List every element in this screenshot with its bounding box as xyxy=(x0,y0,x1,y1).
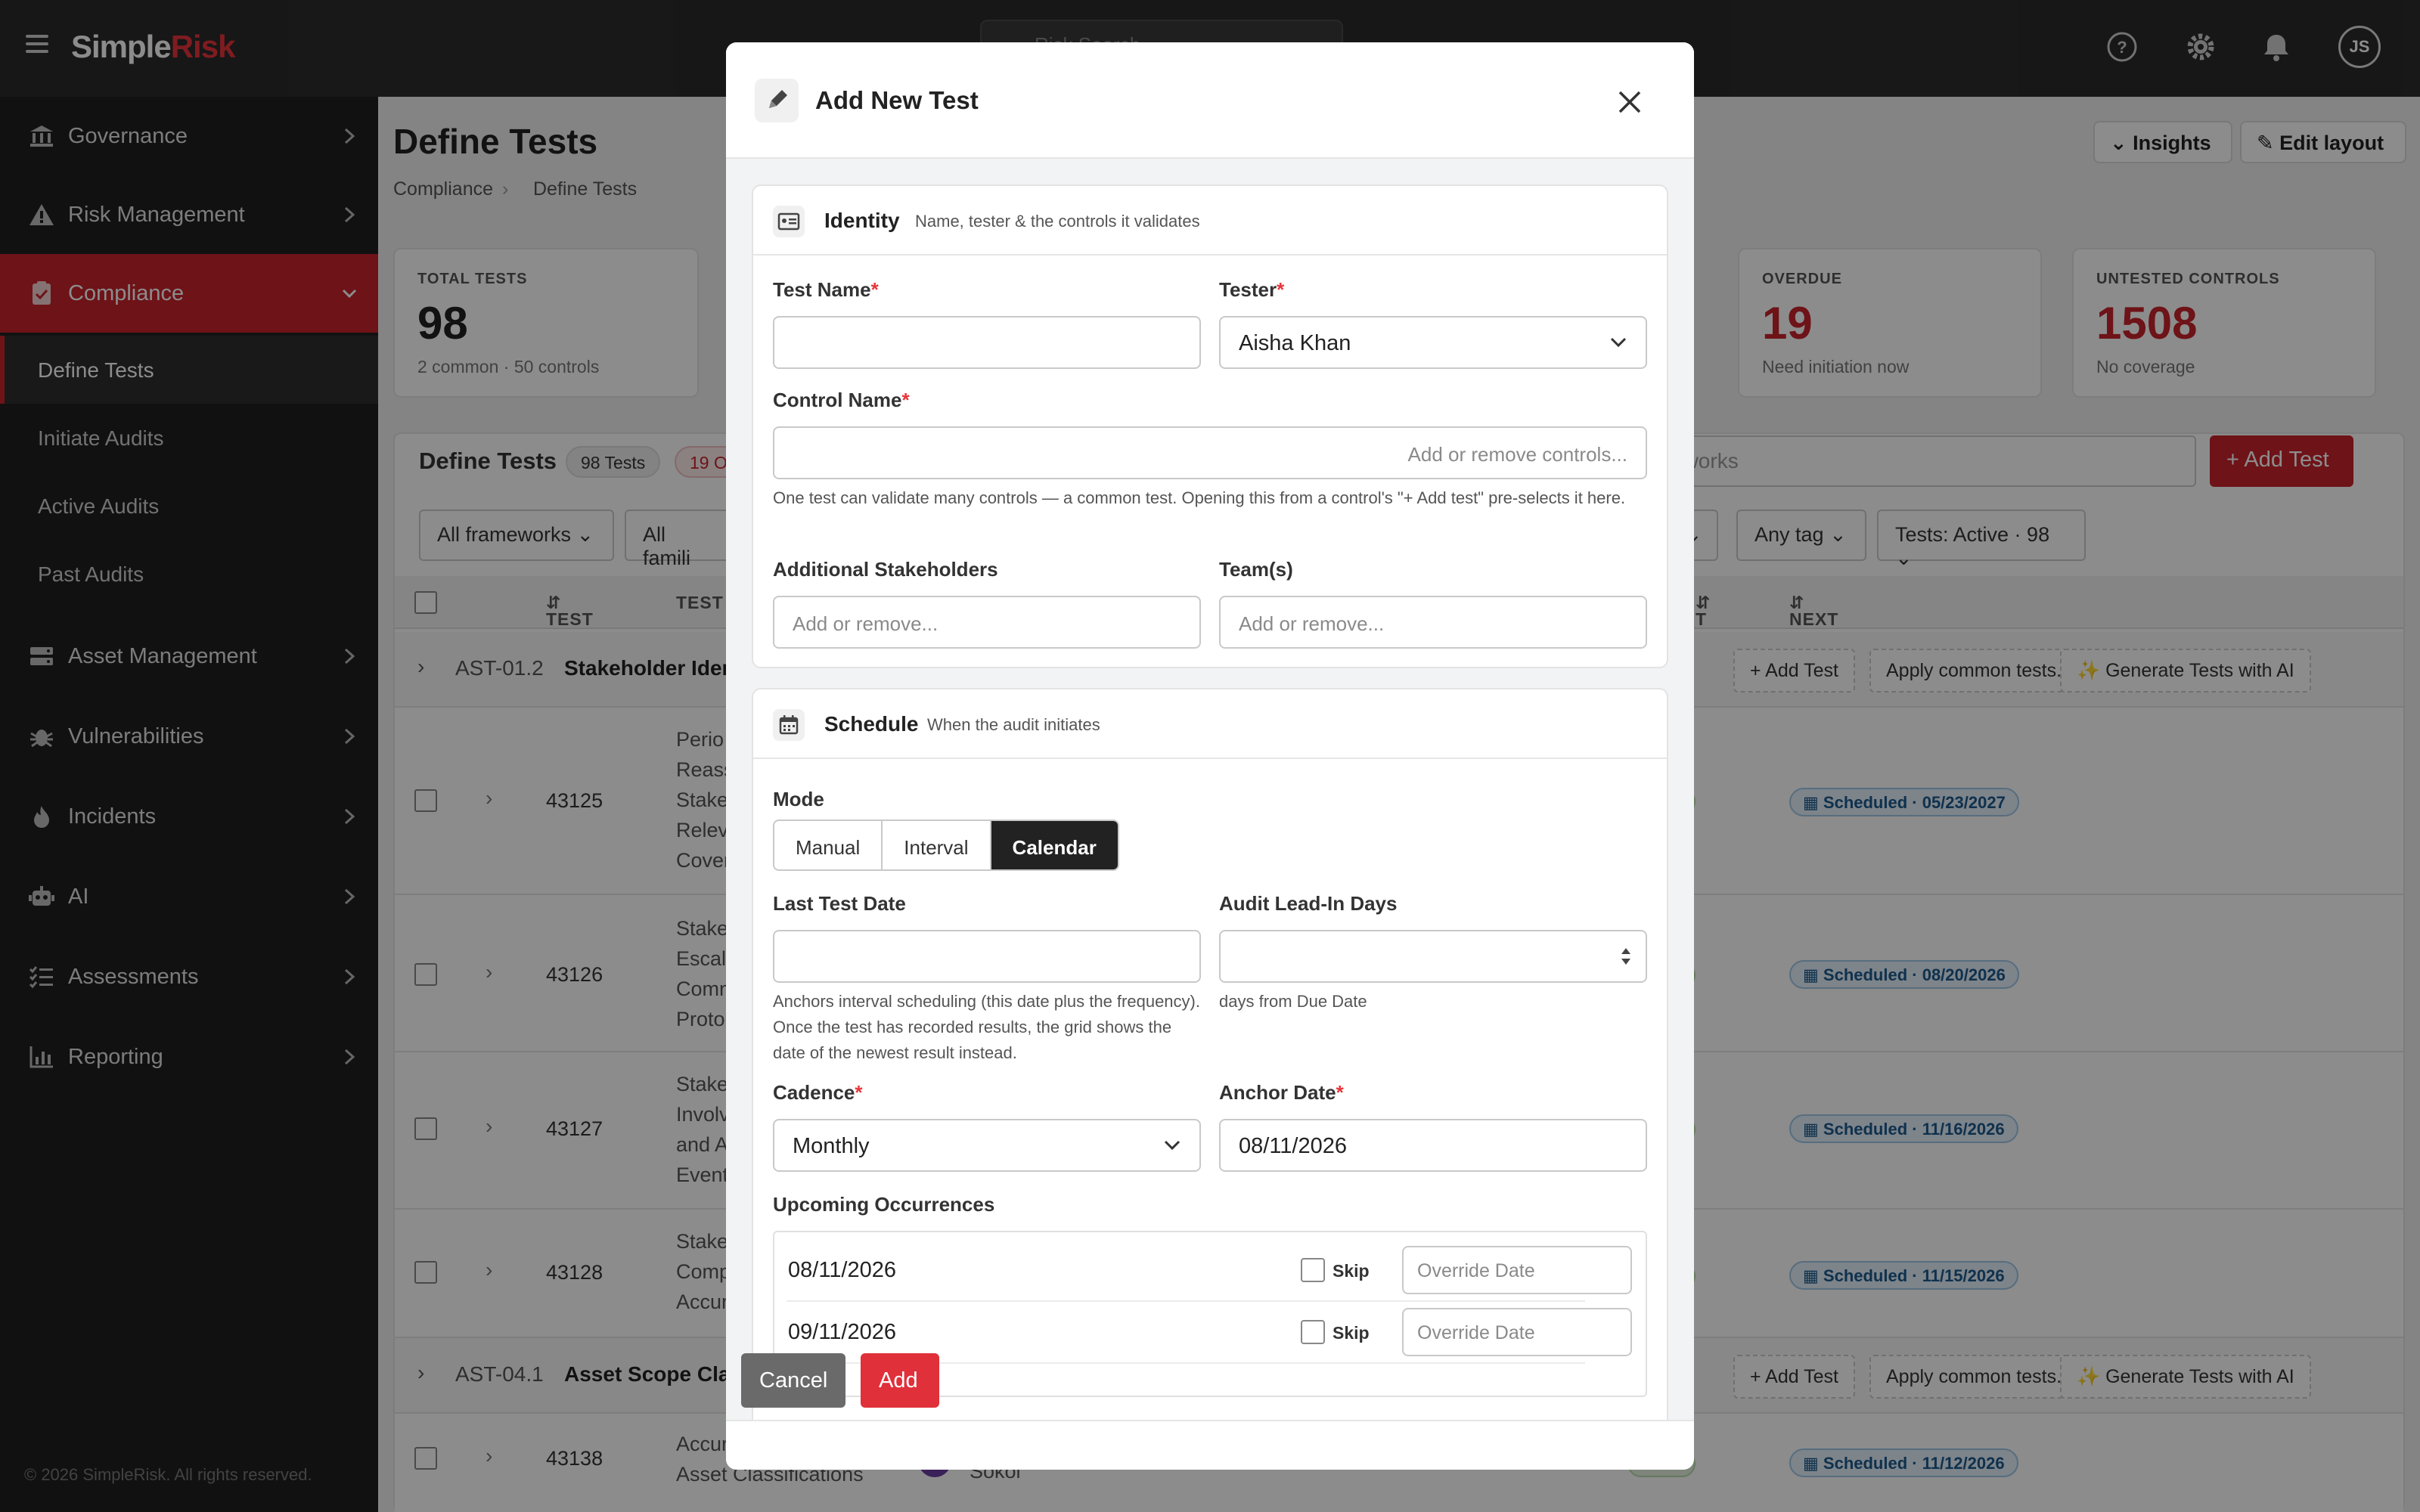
field-label: Upcoming Occurrences xyxy=(773,1193,995,1216)
close-icon[interactable] xyxy=(1614,86,1646,118)
lead-in-days-input[interactable] xyxy=(1219,930,1647,983)
stakeholders-multiselect[interactable]: Add or remove... xyxy=(773,596,1201,649)
field-label: Test Name* xyxy=(773,278,879,301)
list-item: 08/11/2026 Skip Override Date xyxy=(786,1240,1632,1302)
section-description: Name, tester & the controls it validates xyxy=(915,212,1200,231)
chevron-down-icon xyxy=(1164,1140,1181,1151)
modal-header: Add New Test xyxy=(726,42,1694,159)
modal-title: Add New Test xyxy=(815,86,979,114)
mode-interval-option[interactable]: Interval xyxy=(883,821,991,869)
field-label: Control Name* xyxy=(773,389,910,411)
section-description: When the audit initiates xyxy=(927,715,1100,734)
occurrence-date: 09/11/2026 xyxy=(788,1320,896,1344)
cancel-button[interactable]: Cancel xyxy=(741,1353,845,1408)
id-card-icon xyxy=(773,206,805,237)
field-label: Cadence* xyxy=(773,1081,863,1104)
section-header: Schedule When the audit initiates xyxy=(753,689,1667,759)
occurrence-date: 08/11/2026 xyxy=(788,1258,896,1282)
add-test-modal: Add New Test Identity Name, tester & the… xyxy=(726,42,1694,1470)
cadence-value: Monthly xyxy=(793,1134,870,1158)
section-header: Identity Name, tester & the controls it … xyxy=(753,186,1667,256)
mode-segmented-control[interactable]: Manual Interval Calendar xyxy=(773,820,1119,871)
cadence-select[interactable]: Monthly xyxy=(773,1119,1201,1172)
lead-in-help-text: days from Due Date xyxy=(1219,992,1367,1011)
override-date-input[interactable]: Override Date xyxy=(1402,1246,1632,1294)
tester-value: Aisha Khan xyxy=(1239,331,1351,355)
spinner-icon[interactable] xyxy=(1620,943,1632,969)
last-test-help-text: Anchors interval scheduling (this date p… xyxy=(773,992,1200,1062)
teams-multiselect[interactable]: Add or remove... xyxy=(1219,596,1647,649)
field-label: Mode xyxy=(773,788,824,810)
field-label: Audit Lead-In Days xyxy=(1219,892,1398,915)
calendar-icon xyxy=(773,709,805,741)
add-button[interactable]: Add xyxy=(861,1353,939,1408)
field-label: Last Test Date xyxy=(773,892,906,915)
mode-manual-option[interactable]: Manual xyxy=(774,821,883,869)
anchor-date-input[interactable]: 08/11/2026 xyxy=(1219,1119,1647,1172)
control-help-text: One test can validate many controls — a … xyxy=(773,488,1626,507)
section-title: Identity xyxy=(824,209,900,232)
mode-calendar-option[interactable]: Calendar xyxy=(991,821,1118,869)
skip-checkbox[interactable] xyxy=(1301,1320,1325,1344)
schedule-section: Schedule When the audit initiates Mode M… xyxy=(752,688,1668,1420)
control-name-multiselect[interactable]: Add or remove controls... xyxy=(773,426,1647,479)
field-label: Team(s) xyxy=(1219,558,1293,581)
skip-checkbox[interactable] xyxy=(1301,1258,1325,1282)
pencil-icon xyxy=(755,79,799,122)
modal-footer xyxy=(726,1420,1694,1470)
override-date-input[interactable]: Override Date xyxy=(1402,1308,1632,1356)
test-name-input[interactable] xyxy=(773,316,1201,369)
identity-section: Identity Name, tester & the controls it … xyxy=(752,184,1668,668)
chevron-down-icon xyxy=(1610,337,1627,348)
field-label: Additional Stakeholders xyxy=(773,558,998,581)
tester-select[interactable]: Aisha Khan xyxy=(1219,316,1647,369)
field-label: Anchor Date* xyxy=(1219,1081,1344,1104)
last-test-date-input[interactable] xyxy=(773,930,1201,983)
section-title: Schedule xyxy=(824,712,919,736)
modal-body[interactable]: Identity Name, tester & the controls it … xyxy=(726,159,1694,1420)
skip-label: Skip xyxy=(1333,1323,1370,1343)
field-label: Tester* xyxy=(1219,278,1285,301)
skip-label: Skip xyxy=(1333,1261,1370,1281)
